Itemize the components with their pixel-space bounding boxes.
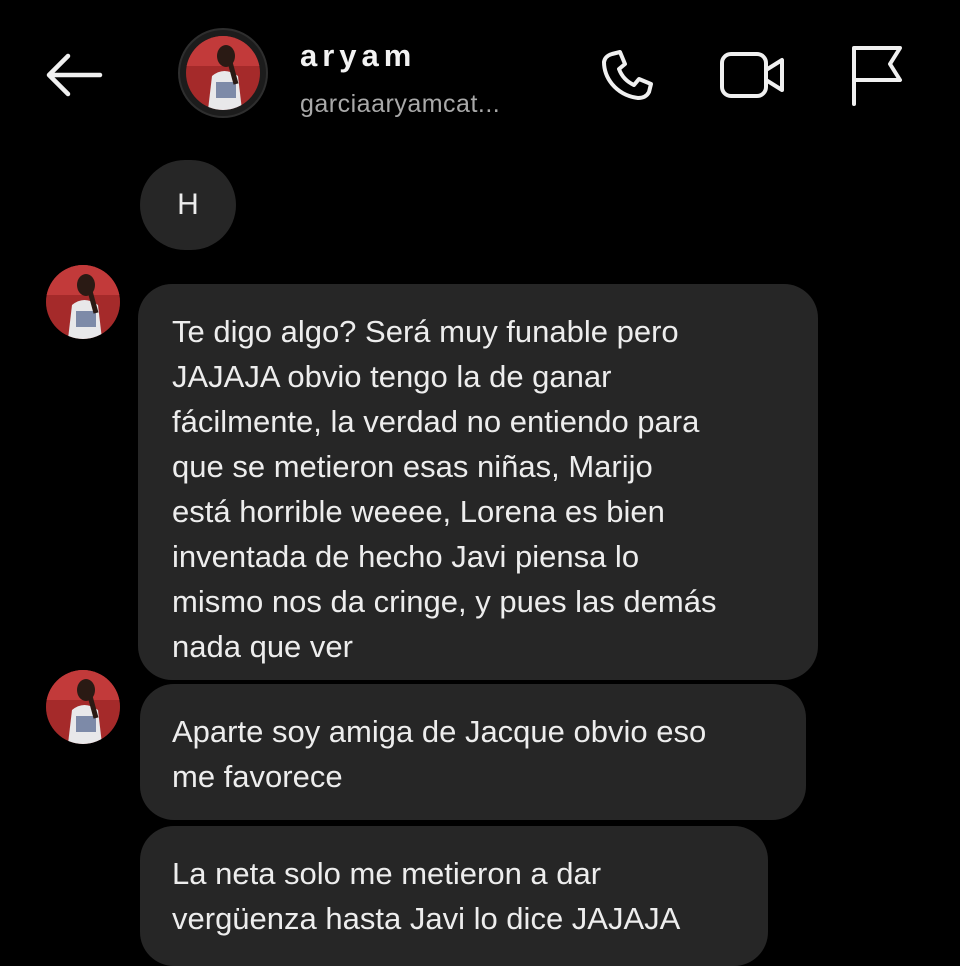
video-call-button[interactable] <box>716 40 786 110</box>
message-bubble[interactable]: Te digo algo? Será muy funable pero JAJA… <box>138 284 818 680</box>
message-bubble[interactable]: H <box>140 160 236 250</box>
chat-header: aryam garciaaryamcat... <box>0 0 960 150</box>
report-button[interactable] <box>842 40 912 110</box>
contact-name[interactable]: aryam <box>300 38 416 74</box>
message-text: Aparte soy amiga de Jacque obvio eso me … <box>172 714 707 794</box>
flag-icon <box>852 46 902 106</box>
back-button[interactable] <box>40 45 108 105</box>
sender-photo <box>46 670 120 744</box>
profile-photo <box>186 36 260 110</box>
phone-icon <box>602 50 653 100</box>
profile-avatar[interactable] <box>178 28 268 118</box>
message-text: H <box>177 188 199 221</box>
sender-avatar[interactable] <box>46 670 120 744</box>
message-bubble[interactable]: Aparte soy amiga de Jacque obvio eso me … <box>140 684 806 820</box>
contact-username[interactable]: garciaaryamcat... <box>300 90 500 119</box>
voice-call-button[interactable] <box>592 40 662 110</box>
sender-avatar[interactable] <box>46 265 120 339</box>
arrow-left-icon <box>46 53 103 97</box>
message-bubble[interactable]: La neta solo me metieron a dar vergüenza… <box>140 826 768 966</box>
message-text: La neta solo me metieron a dar vergüenza… <box>172 856 681 936</box>
video-camera-icon <box>720 52 784 98</box>
sender-photo <box>46 265 120 339</box>
message-text: Te digo algo? Será muy funable pero JAJA… <box>172 314 717 664</box>
